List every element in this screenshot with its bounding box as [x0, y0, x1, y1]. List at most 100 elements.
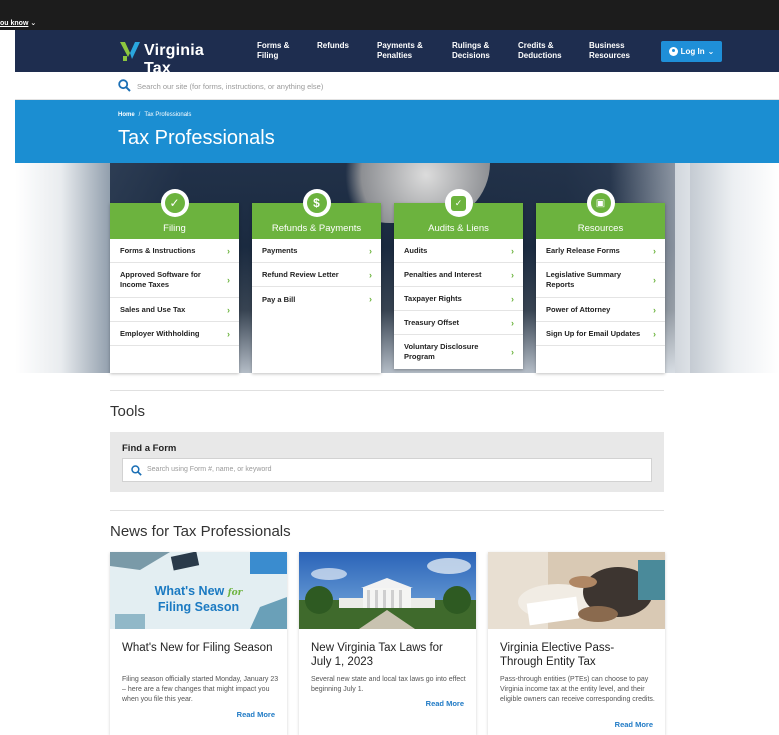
card-link-email-updates[interactable]: Sign Up for Email Updates ›	[536, 322, 665, 346]
card-link-forms-instructions[interactable]: Forms & Instructions ›	[110, 239, 239, 263]
news-image-filing-season: What's New for Filing Season	[110, 552, 287, 629]
site-search-input[interactable]: Search our site (for forms, instructions…	[137, 82, 323, 91]
read-more-link[interactable]: Read More	[615, 720, 653, 729]
card-filing: ✓ Filing Forms & Instructions › Approved …	[110, 189, 239, 373]
news-card-filing-season[interactable]: What's New for Filing Season What's New …	[110, 552, 287, 735]
card-link-approved-software[interactable]: Approved Software for Income Taxes ›	[110, 263, 239, 298]
nav-business-resources[interactable]: Business Resources	[589, 41, 630, 61]
capitol-photo	[299, 552, 476, 629]
document-check-icon: ✓	[444, 189, 473, 217]
breadcrumb-current: Tax Professionals	[144, 112, 192, 118]
chevron-down-icon: ⌄	[30, 20, 37, 27]
card-link-taxpayer-rights[interactable]: Taxpayer Rights ›	[394, 287, 523, 311]
check-icon: ✓	[160, 189, 189, 217]
chevron-right-icon: ›	[653, 275, 656, 285]
card-link-treasury-offset[interactable]: Treasury Offset ›	[394, 311, 523, 335]
user-icon	[668, 47, 678, 56]
chevron-right-icon: ›	[653, 245, 656, 256]
card-header: $ Refunds & Payments	[252, 189, 381, 239]
news-body: Filing season officially started Monday,…	[122, 676, 279, 703]
find-form-panel: Find a Form Search using Form #, name, o…	[110, 432, 664, 492]
news-card-new-laws[interactable]: New Virginia Tax Laws for July 1, 2023 S…	[299, 552, 476, 735]
card-header: ✓ Filing	[110, 189, 239, 239]
card-link-legislative-summary[interactable]: Legislative Summary Reports ›	[536, 263, 665, 298]
card-link-sales-use-tax[interactable]: Sales and Use Tax ›	[110, 298, 239, 322]
image-caption: for	[227, 588, 243, 598]
chevron-down-icon: ⌄	[707, 47, 715, 56]
top-strip: ou know ⌄	[0, 0, 779, 30]
find-form-placeholder: Search using Form #, name, or keyword	[147, 466, 272, 473]
breadcrumb-separator: /	[138, 112, 141, 118]
card-title: Refunds & Payments	[271, 223, 362, 234]
card-link-power-of-attorney[interactable]: Power of Attorney ›	[536, 298, 665, 322]
news-heading: News for Tax Professionals	[110, 523, 291, 540]
card-link-penalties-interest[interactable]: Penalties and Interest ›	[394, 263, 523, 287]
chevron-right-icon: ›	[653, 328, 656, 339]
nav-payments-penalties[interactable]: Payments & Penalties	[377, 41, 423, 61]
tools-heading: Tools	[110, 403, 146, 420]
card-link-pay-a-bill[interactable]: Pay a Bill ›	[252, 287, 381, 311]
card-audits-liens: ✓ Audits & Liens Audits › Penalties and I…	[394, 189, 523, 369]
card-refunds-payments: $ Refunds & Payments Payments › Refund Re…	[252, 189, 381, 373]
chevron-right-icon: ›	[227, 304, 230, 315]
main-navbar: Virginia Tax Forms & Filing Refunds Payme…	[15, 30, 779, 77]
page-banner: Home / Tax Professionals Tax Professionals	[15, 100, 779, 163]
logo-mark-icon	[120, 42, 140, 61]
nav-forms-filing[interactable]: Forms & Filing	[257, 41, 289, 61]
card-title: Audits & Liens	[428, 223, 489, 234]
nav-credits-deductions[interactable]: Credits & Deductions	[518, 41, 562, 61]
news-body: Pass-through entities (PTEs) can choose …	[500, 676, 655, 703]
news-title: Virginia Elective Pass-Through Entity Ta…	[500, 642, 615, 668]
news-body: Several new state and local tax laws go …	[311, 676, 466, 693]
news-card-pte[interactable]: Virginia Elective Pass-Through Entity Ta…	[488, 552, 665, 735]
site-search-bar[interactable]: Search our site (for forms, instructions…	[15, 72, 779, 100]
chevron-right-icon: ›	[511, 269, 514, 280]
did-you-know-link[interactable]: ou know ⌄	[0, 19, 36, 27]
card-header: ✓ Audits & Liens	[394, 189, 523, 239]
nav-rulings-decisions[interactable]: Rulings & Decisions	[452, 41, 490, 61]
news-image-meeting	[488, 552, 665, 629]
news-image-capitol	[299, 552, 476, 629]
card-title: Resources	[577, 223, 624, 234]
news-title: What's New for Filing Season	[122, 642, 273, 654]
chevron-right-icon: ›	[511, 317, 514, 328]
image-caption: What's New	[154, 584, 225, 598]
divider	[110, 390, 664, 391]
card-link-refund-review-letter[interactable]: Refund Review Letter ›	[252, 263, 381, 287]
card-title: Filing	[163, 223, 186, 234]
virginia-tax-logo[interactable]: Virginia Tax	[118, 39, 228, 77]
card-resources: ▣ Resources Early Release Forms › Legisla…	[536, 189, 665, 373]
login-button[interactable]: Log In ⌄	[661, 41, 722, 62]
chevron-right-icon: ›	[227, 275, 230, 285]
chevron-right-icon: ›	[369, 269, 372, 280]
chevron-right-icon: ›	[511, 347, 514, 357]
chevron-right-icon: ›	[227, 328, 230, 339]
card-spacer	[110, 346, 239, 373]
card-link-voluntary-disclosure[interactable]: Voluntary Disclosure Program ›	[394, 335, 523, 369]
card-link-early-release-forms[interactable]: Early Release Forms ›	[536, 239, 665, 263]
divider	[110, 510, 664, 511]
card-link-employer-withholding[interactable]: Employer Withholding ›	[110, 322, 239, 346]
news-title: New Virginia Tax Laws for July 1, 2023	[311, 642, 443, 668]
card-link-audits[interactable]: Audits ›	[394, 239, 523, 263]
chevron-right-icon: ›	[369, 294, 372, 304]
chevron-right-icon: ›	[227, 245, 230, 256]
dollar-icon: $	[302, 189, 331, 217]
read-more-link[interactable]: Read More	[426, 699, 464, 708]
meeting-photo	[488, 552, 665, 629]
breadcrumb: Home / Tax Professionals	[118, 112, 191, 118]
find-form-input[interactable]: Search using Form #, name, or keyword	[122, 458, 652, 482]
page-title: Tax Professionals	[118, 127, 275, 149]
read-more-link[interactable]: Read More	[237, 710, 275, 719]
card-spacer	[536, 346, 665, 373]
book-icon: ▣	[586, 189, 615, 217]
chevron-right-icon: ›	[511, 293, 514, 304]
card-link-payments[interactable]: Payments ›	[252, 239, 381, 263]
chevron-right-icon: ›	[511, 245, 514, 256]
search-icon	[118, 79, 131, 92]
find-form-label: Find a Form	[122, 443, 177, 454]
breadcrumb-home[interactable]: Home	[118, 112, 135, 118]
nav-refunds[interactable]: Refunds	[317, 41, 349, 51]
chevron-right-icon: ›	[369, 245, 372, 256]
chevron-right-icon: ›	[653, 304, 656, 315]
